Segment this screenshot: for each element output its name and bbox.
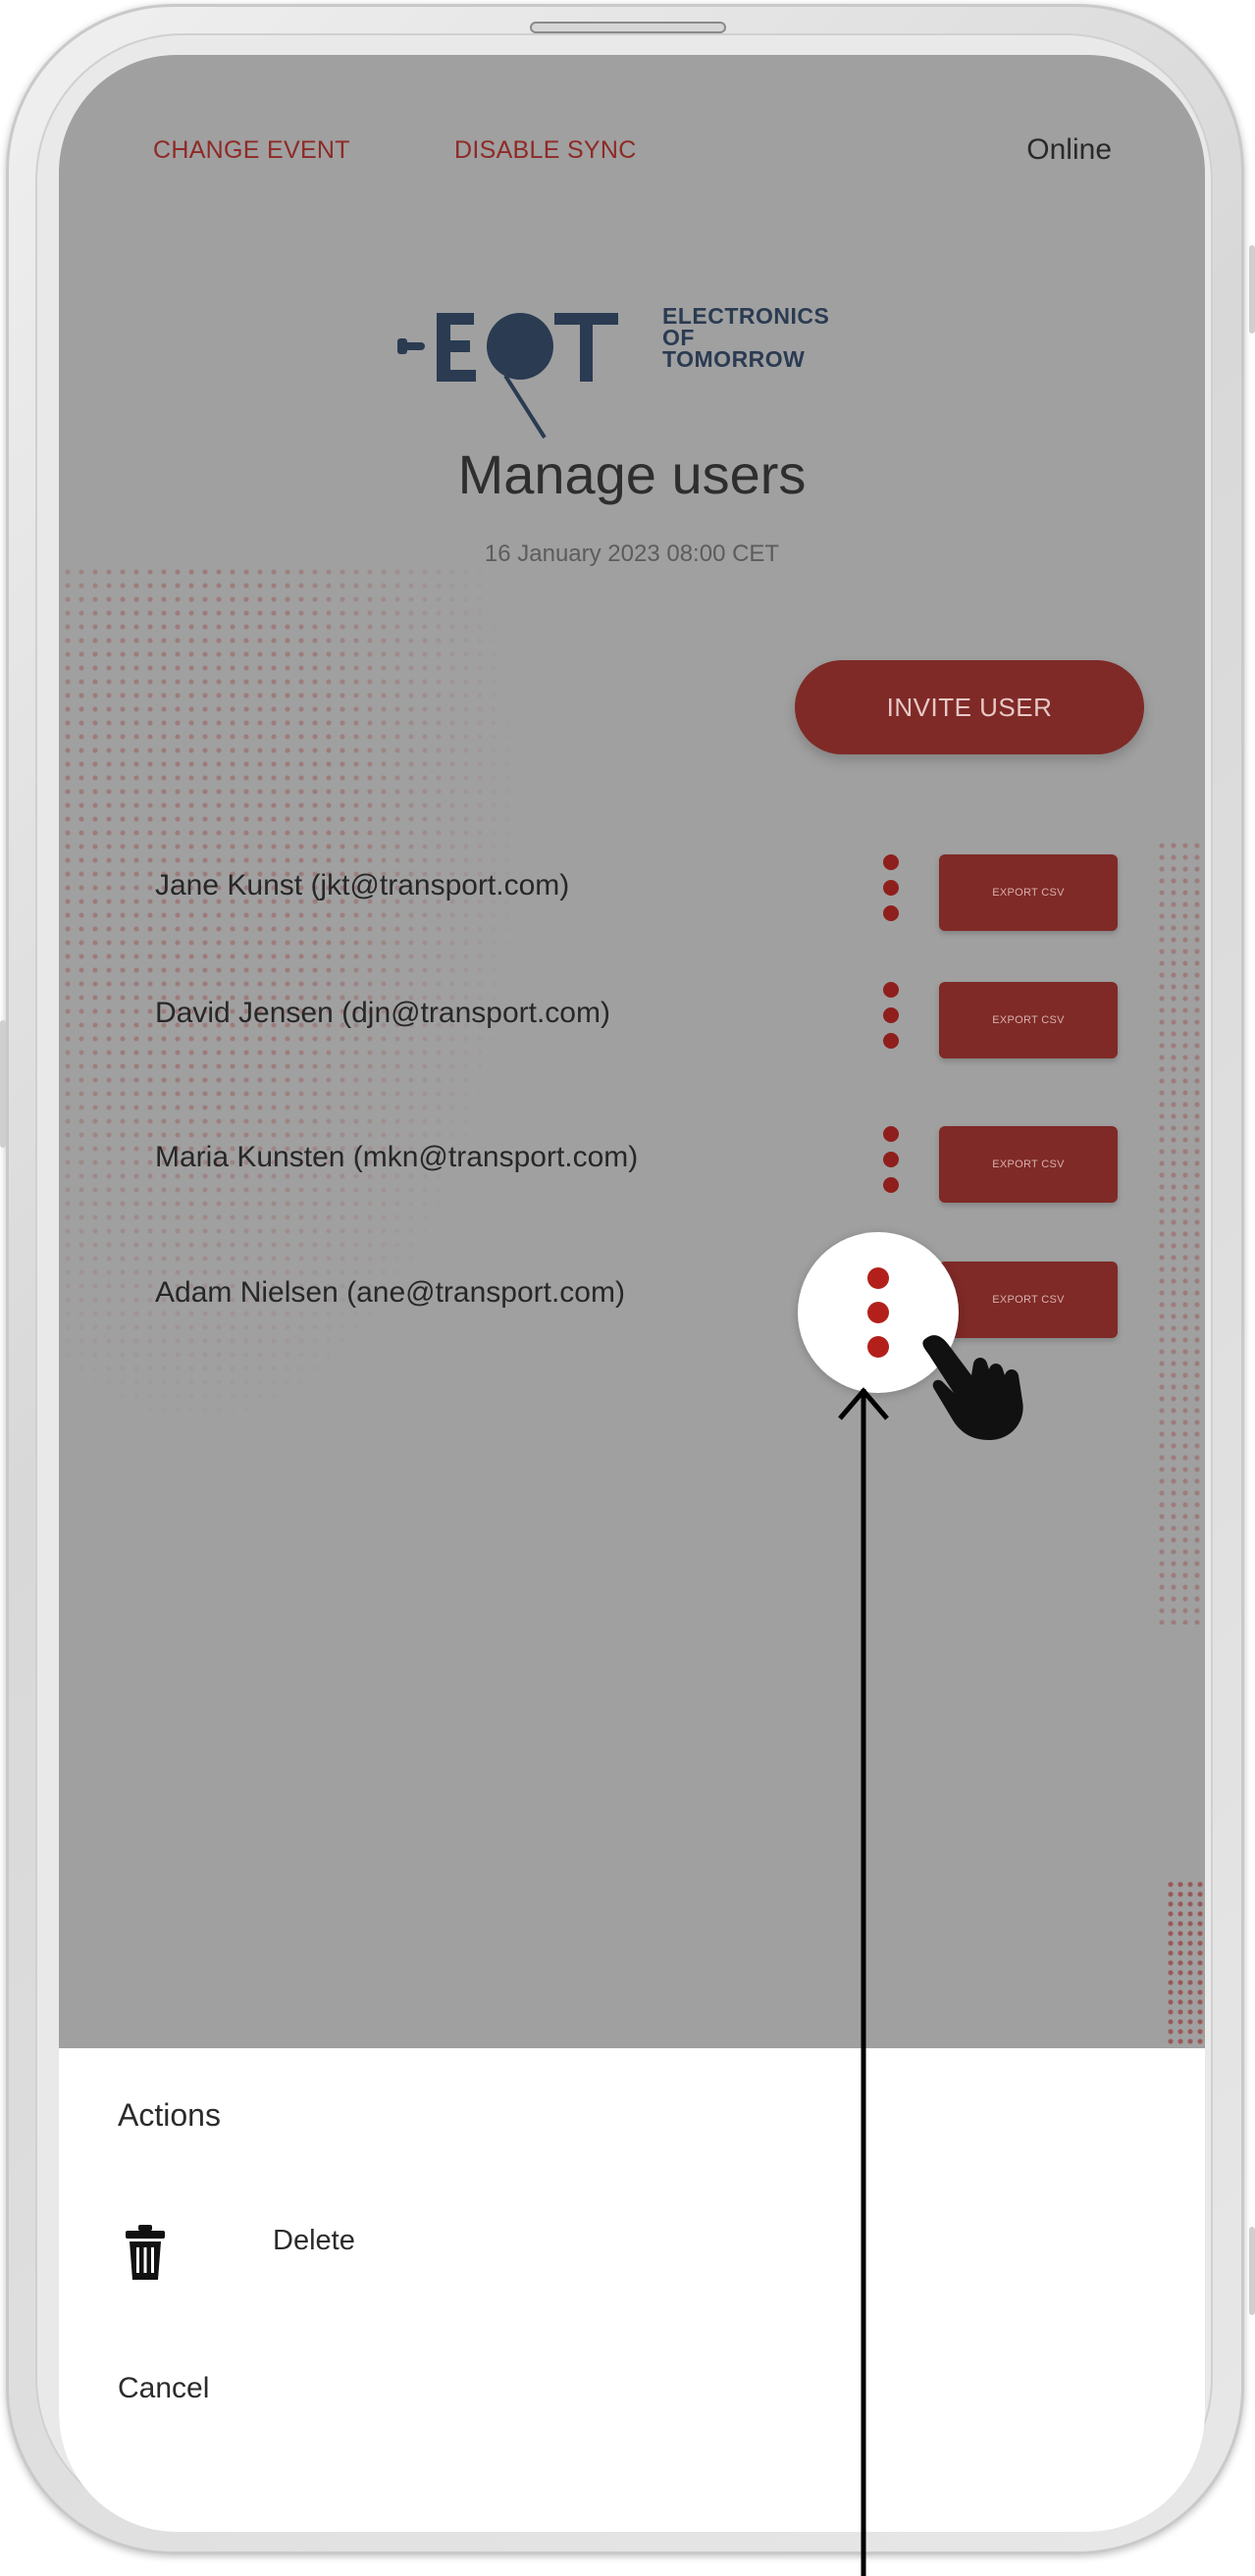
annotation-arrow-icon [838,1387,889,2576]
user-row: Maria Kunsten (mkn@transport.com) EXPORT… [59,1126,1205,1214]
page-title: Manage users [457,443,807,505]
disable-sync-link[interactable]: DISABLE SYNC [454,136,637,165]
phone-side-button-right-lower [1249,2227,1255,2315]
phone-side-button-right [1249,245,1255,334]
export-csv-button[interactable]: EXPORT CSV [939,854,1118,931]
cancel-action[interactable]: Cancel [118,2372,209,2405]
eot-logo-mark [397,313,618,439]
decorative-dot-pattern-right [1156,840,1205,1624]
top-bar: CHANGE EVENT DISABLE SYNC Online [59,55,1205,192]
more-options-icon[interactable] [871,982,911,1060]
logo-line-1: ELECTRONICS [662,303,830,329]
delete-action[interactable]: Delete [273,2225,355,2257]
logo-line-2: OF TOMORROW [662,325,806,372]
logo-wordmark: ELECTRONICS OF TOMORROW [662,303,830,372]
phone-side-button-left [0,1020,6,1148]
action-sheet-title: Actions [118,2097,221,2133]
more-options-icon[interactable] [871,1126,911,1205]
app-screen: CHANGE EVENT DISABLE SYNC Online ELECTRO… [59,55,1205,2532]
user-row: Jane Kunst (jkt@transport.com) EXPORT CS… [59,854,1205,943]
user-label: Adam Nielsen (ane@transport.com) [155,1276,625,1309]
export-csv-button[interactable]: EXPORT CSV [939,982,1118,1058]
user-label: Jane Kunst (jkt@transport.com) [155,869,570,902]
action-sheet: Actions Delete Cancel [59,2048,1205,2532]
pointer-hand-icon [922,1335,1023,1440]
connection-status: Online [1026,133,1112,166]
trash-icon[interactable] [126,2225,165,2280]
change-event-link[interactable]: CHANGE EVENT [153,136,350,165]
invite-user-button[interactable]: INVITE USER [795,660,1144,754]
phone-speaker [530,22,726,33]
more-options-icon[interactable] [871,854,911,933]
user-label: David Jensen (djn@transport.com) [155,997,610,1029]
export-csv-button[interactable]: EXPORT CSV [939,1126,1118,1203]
user-label: Maria Kunsten (mkn@transport.com) [155,1141,639,1173]
user-row: David Jensen (djn@transport.com) EXPORT … [59,982,1205,1070]
export-csv-button[interactable]: EXPORT CSV [939,1262,1118,1338]
event-datetime: 16 January 2023 08:00 CET [484,541,780,567]
